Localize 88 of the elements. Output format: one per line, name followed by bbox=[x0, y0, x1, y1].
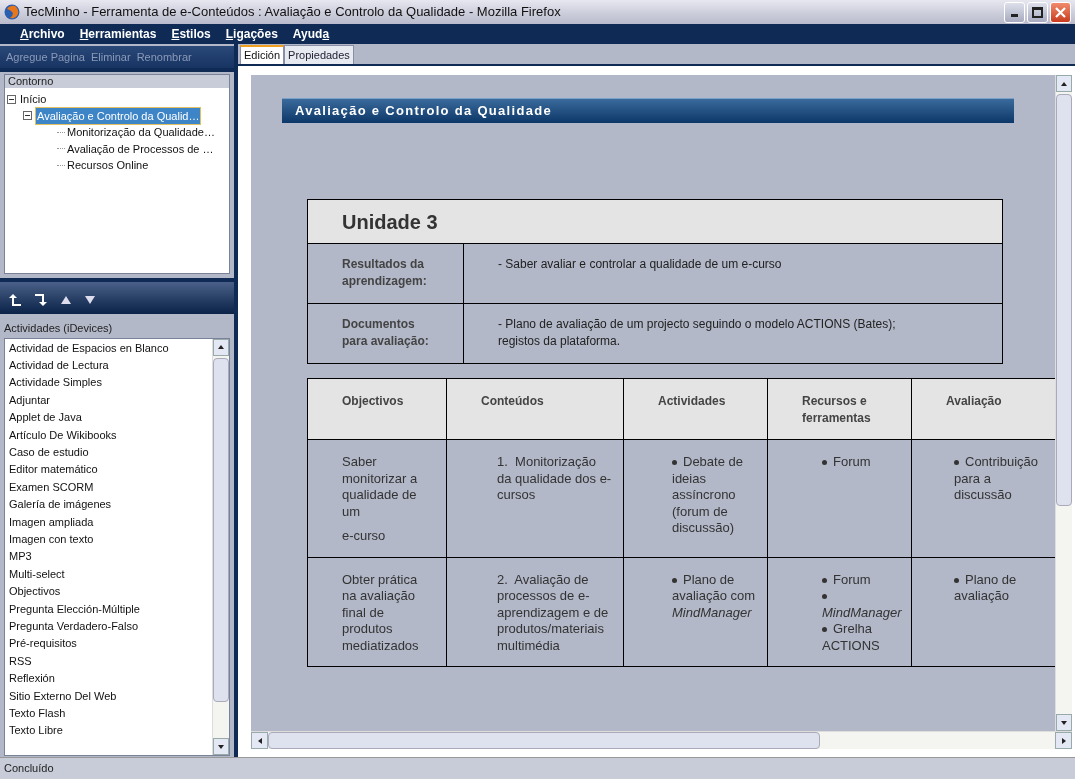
outline-item[interactable]: Monitorização da Qualidade… bbox=[66, 124, 216, 141]
idevice-item[interactable]: Pré-requisitos bbox=[9, 635, 212, 653]
row-label: Resultados da aprendizagem: bbox=[342, 256, 428, 289]
idevice-item[interactable]: Multi-select bbox=[9, 565, 212, 584]
window-title: TecMinho - Ferramenta de e-Conteúdos : Avaliação e Controlo da Qualidade - Mozilla Firefox bbox=[24, 3, 562, 22]
menu-item[interactable]: Estilos bbox=[171, 25, 211, 43]
row-label: Documentos para avaliação: bbox=[342, 316, 430, 349]
outline-item[interactable]: Recursos Online bbox=[66, 157, 150, 174]
outline-item[interactable]: Início bbox=[19, 91, 48, 108]
list-item: Forum bbox=[822, 571, 907, 588]
bullet-icon bbox=[954, 577, 959, 583]
idevice-item[interactable]: Pregunta Verdadero-Falso bbox=[9, 618, 212, 636]
idevice-item[interactable]: Imagen ampliada bbox=[9, 513, 212, 531]
idevice-item[interactable]: Pregunta Elección-Múltiple bbox=[9, 600, 212, 618]
move-down-icon[interactable] bbox=[84, 295, 96, 305]
cell-text: Obter prática na avaliação final de produtos mediatizados bbox=[342, 571, 420, 654]
outline-item[interactable]: Avaliação e Controlo da Qualid… bbox=[35, 106, 202, 125]
bullet-icon bbox=[822, 460, 827, 466]
column-header: Avaliação bbox=[911, 378, 1055, 440]
browser-logo-icon bbox=[4, 4, 20, 20]
idevice-item[interactable]: Actividade Simples bbox=[9, 374, 212, 392]
close-icon bbox=[1055, 6, 1066, 18]
bullet-icon bbox=[954, 460, 959, 466]
idevice-item[interactable]: Texto Libre bbox=[9, 722, 212, 740]
menu-item[interactable]: Herramientas bbox=[79, 25, 157, 43]
scrollbar-thumb[interactable] bbox=[213, 357, 229, 702]
maximize-button[interactable] bbox=[1027, 1, 1048, 23]
idevice-item[interactable]: Texto Flash bbox=[9, 705, 212, 723]
idevice-item[interactable]: Caso de estudio bbox=[9, 443, 212, 462]
idevice-item[interactable]: Actividad de Lectura bbox=[9, 356, 212, 375]
bullet-icon bbox=[822, 594, 827, 600]
demote-arrow-icon[interactable] bbox=[34, 293, 48, 307]
idevice-item[interactable]: Applet de Java bbox=[9, 409, 212, 427]
cell-text: e-curso bbox=[342, 528, 387, 545]
tab[interactable]: Edición bbox=[240, 45, 285, 64]
vertical-scrollbar[interactable] bbox=[1055, 75, 1072, 731]
idevice-item[interactable]: Examen SCORM bbox=[9, 478, 212, 497]
horizontal-scrollbar[interactable] bbox=[251, 731, 1072, 749]
idevice-item[interactable]: MP3 bbox=[9, 548, 212, 566]
outline-header: Contorno bbox=[5, 75, 229, 88]
list-item: Grelha ACTIONS bbox=[822, 621, 881, 654]
column-header: Objectivos bbox=[307, 378, 447, 440]
idevice-item[interactable]: Imagen con texto bbox=[9, 530, 212, 549]
idevice-item[interactable]: Objectivos bbox=[9, 583, 212, 601]
list-item: Contribuição para a discussão bbox=[954, 454, 1039, 504]
row-value: - Plano de avaliação de um projecto seguindo o modelo ACTIONS (Bates); registos da plataforma. bbox=[498, 316, 897, 349]
idevices-header: Actividades (iDevices) bbox=[3, 321, 114, 336]
row-value: - Saber avaliar e controlar a qualidade de um e-curso bbox=[498, 256, 783, 273]
column-header: Conteúdos bbox=[446, 378, 624, 440]
collapse-icon[interactable] bbox=[23, 111, 32, 121]
close-button[interactable] bbox=[1050, 1, 1071, 23]
idevice-item[interactable]: Galería de imágenes bbox=[9, 496, 212, 514]
bullet-icon bbox=[822, 627, 827, 633]
cell-text: Saber monitorizar a qualidade de um bbox=[342, 454, 419, 520]
outline-item[interactable]: Avaliação de Processos de … bbox=[66, 140, 215, 157]
minimize-button[interactable] bbox=[1004, 1, 1025, 23]
list-item: Forum bbox=[822, 454, 907, 471]
bullet-icon bbox=[822, 577, 827, 583]
menu-item[interactable]: Ayuda bbox=[292, 25, 330, 43]
bullet-icon bbox=[672, 460, 677, 466]
idevice-item[interactable]: Actividad de Espacios en Blanco bbox=[9, 339, 212, 357]
bullet-icon bbox=[672, 577, 677, 583]
list-item: MindManager bbox=[822, 588, 907, 621]
scrollbar-thumb[interactable] bbox=[268, 732, 820, 749]
document-heading: Avaliação e Controlo da Qualidade bbox=[282, 98, 1014, 123]
column-header: Recursos e ferramentas bbox=[767, 378, 912, 440]
collapse-icon[interactable] bbox=[7, 94, 16, 104]
column-header: Actividades bbox=[623, 378, 768, 440]
idevice-item[interactable]: RSS bbox=[9, 652, 212, 671]
idevice-item[interactable]: Editor matemático bbox=[9, 461, 212, 479]
tab[interactable]: Propiedades bbox=[284, 45, 354, 64]
unit-title: Unidade 3 bbox=[307, 199, 1003, 244]
scrollbar-thumb[interactable] bbox=[1056, 94, 1072, 506]
menu-item[interactable]: Ligações bbox=[225, 25, 278, 43]
status-text: Concluído bbox=[4, 761, 54, 777]
idevice-item[interactable]: Reflexión bbox=[9, 670, 212, 688]
vertical-scrollbar[interactable] bbox=[212, 338, 229, 755]
promote-arrow-icon[interactable] bbox=[8, 293, 22, 307]
move-up-icon[interactable] bbox=[60, 295, 72, 305]
menu-item[interactable]: Archivo bbox=[20, 25, 65, 43]
idevice-item[interactable]: Adjuntar bbox=[9, 391, 212, 410]
idevice-item[interactable]: Artículo De Wikibooks bbox=[9, 426, 212, 444]
idevice-item[interactable]: Sitio Externo Del Web bbox=[9, 687, 212, 706]
list-item: Plano de avaliação bbox=[954, 571, 1018, 605]
cell-text: 1. Monitorização da qualidade dos e-cursos bbox=[497, 454, 613, 504]
cell-text: 2. Avaliação de processos de e-aprendizagem e de produtos/materiais multimédia bbox=[497, 571, 610, 654]
list-item: Plano de avaliação com MindManager bbox=[672, 571, 757, 621]
list-item: Debate de ideias assíncrono (forum de discussão) bbox=[672, 454, 744, 537]
